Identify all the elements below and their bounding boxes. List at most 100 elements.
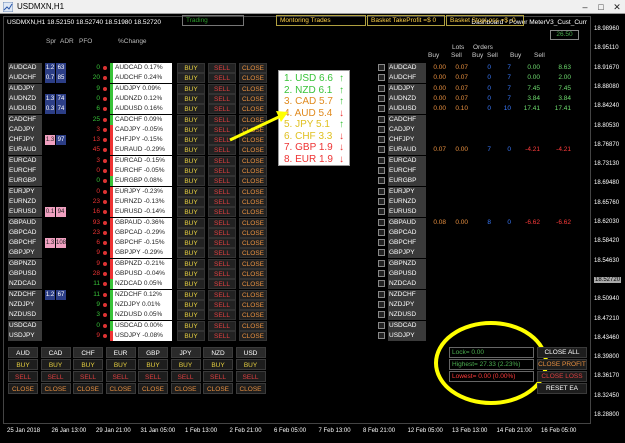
currency-sell-button[interactable]: SELL (105, 371, 136, 382)
currency-buy-button[interactable]: BUY (73, 359, 103, 370)
row-checkbox[interactable] (378, 64, 385, 71)
close-button[interactable]: CLOSE (239, 227, 267, 238)
sell-button[interactable]: SELL (208, 83, 236, 94)
row-checkbox[interactable] (378, 84, 385, 92)
row-checkbox[interactable] (378, 136, 385, 144)
row-checkbox[interactable] (378, 74, 385, 82)
row-checkbox[interactable] (378, 197, 385, 205)
buy-button[interactable]: BUY (177, 104, 205, 115)
close-button[interactable]: CLOSE (239, 166, 267, 176)
row-checkbox[interactable] (378, 156, 385, 164)
sell-button[interactable]: SELL (208, 186, 236, 197)
sell-button[interactable]: SELL (208, 289, 236, 300)
currency-sell-button[interactable]: SELL (73, 371, 103, 382)
row-checkbox[interactable] (378, 311, 385, 319)
buy-button[interactable]: BUY (177, 83, 205, 94)
minimize-icon[interactable]: – (577, 1, 593, 13)
buy-button[interactable]: BUY (177, 186, 205, 197)
row-checkbox[interactable] (378, 115, 385, 123)
sell-button[interactable]: SELL (208, 124, 236, 135)
currency-sell-button[interactable]: SELL (235, 371, 266, 382)
sell-button[interactable]: SELL (208, 248, 236, 259)
buy-button[interactable]: BUY (177, 269, 205, 279)
currency-buy-button[interactable]: BUY (8, 359, 38, 370)
row-checkbox[interactable] (378, 321, 385, 329)
sell-button[interactable]: SELL (208, 269, 236, 279)
currency-close-button[interactable]: CLOSE (73, 383, 103, 394)
sell-button[interactable]: SELL (208, 104, 236, 115)
close-button[interactable]: CLOSE (239, 124, 267, 135)
buy-button[interactable]: BUY (177, 299, 205, 310)
currency-sell-button[interactable]: SELL (138, 371, 168, 382)
sell-button[interactable]: SELL (208, 310, 236, 321)
buy-button[interactable]: BUY (177, 238, 205, 249)
close-profit-button[interactable]: CLOSE PROFIT (537, 359, 587, 370)
buy-button[interactable]: BUY (177, 114, 205, 125)
row-checkbox[interactable] (378, 300, 385, 308)
sell-button[interactable]: SELL (208, 217, 236, 228)
close-button[interactable]: CLOSE (239, 104, 267, 115)
currency-buy-button[interactable]: BUY (203, 359, 233, 370)
buy-button[interactable]: BUY (177, 73, 205, 84)
row-checkbox[interactable] (378, 331, 385, 339)
close-button[interactable]: CLOSE (239, 207, 267, 218)
close-all-button[interactable]: CLOSE ALL (537, 347, 587, 358)
sell-button[interactable]: SELL (208, 207, 236, 218)
sell-button[interactable]: SELL (208, 93, 236, 104)
currency-sell-button[interactable]: SELL (40, 371, 71, 382)
buy-button[interactable]: BUY (177, 196, 205, 207)
buy-button[interactable]: BUY (177, 93, 205, 104)
currency-close-button[interactable]: CLOSE (138, 383, 168, 394)
sell-button[interactable]: SELL (208, 135, 236, 146)
currency-close-button[interactable]: CLOSE (235, 383, 266, 394)
sell-button[interactable]: SELL (208, 320, 236, 331)
close-icon[interactable]: ✕ (609, 1, 625, 13)
currency-buy-button[interactable]: BUY (170, 359, 201, 370)
buy-button[interactable]: BUY (177, 63, 205, 73)
currency-buy-button[interactable]: BUY (138, 359, 168, 370)
buy-button[interactable]: BUY (177, 145, 205, 156)
currency-button-usd[interactable]: USD (235, 347, 266, 358)
buy-button[interactable]: BUY (177, 289, 205, 300)
close-button[interactable]: CLOSE (239, 320, 267, 331)
close-button[interactable]: CLOSE (239, 217, 267, 228)
row-checkbox[interactable] (378, 228, 385, 236)
close-button[interactable]: CLOSE (239, 269, 267, 279)
currency-buy-button[interactable]: BUY (105, 359, 136, 370)
close-button[interactable]: CLOSE (239, 289, 267, 300)
sell-button[interactable]: SELL (208, 238, 236, 249)
currency-close-button[interactable]: CLOSE (170, 383, 201, 394)
currency-button-cad[interactable]: CAD (40, 347, 71, 358)
sell-button[interactable]: SELL (208, 114, 236, 125)
buy-button[interactable]: BUY (177, 135, 205, 146)
row-checkbox[interactable] (378, 187, 385, 195)
sell-button[interactable]: SELL (208, 176, 236, 187)
close-button[interactable]: CLOSE (239, 299, 267, 310)
row-checkbox[interactable] (378, 218, 385, 226)
currency-button-nzd[interactable]: NZD (203, 347, 233, 358)
close-button[interactable]: CLOSE (239, 248, 267, 259)
close-loss-button[interactable]: CLOSE LOSS (537, 371, 587, 382)
row-checkbox[interactable] (378, 290, 385, 298)
row-checkbox[interactable] (378, 249, 385, 257)
close-button[interactable]: CLOSE (239, 330, 267, 341)
currency-close-button[interactable]: CLOSE (105, 383, 136, 394)
currency-sell-button[interactable]: SELL (8, 371, 38, 382)
currency-sell-button[interactable]: SELL (203, 371, 233, 382)
buy-button[interactable]: BUY (177, 320, 205, 331)
row-checkbox[interactable] (378, 167, 385, 174)
row-checkbox[interactable] (378, 94, 385, 102)
buy-button[interactable]: BUY (177, 155, 205, 166)
currency-button-gbp[interactable]: GBP (138, 347, 168, 358)
currency-buy-button[interactable]: BUY (40, 359, 71, 370)
close-button[interactable]: CLOSE (239, 196, 267, 207)
buy-button[interactable]: BUY (177, 248, 205, 259)
close-button[interactable]: CLOSE (239, 63, 267, 73)
currency-close-button[interactable]: CLOSE (40, 383, 71, 394)
sell-button[interactable]: SELL (208, 299, 236, 310)
buy-button[interactable]: BUY (177, 279, 205, 290)
close-button[interactable]: CLOSE (239, 238, 267, 249)
buy-button[interactable]: BUY (177, 124, 205, 135)
close-button[interactable]: CLOSE (239, 114, 267, 125)
row-checkbox[interactable] (378, 239, 385, 247)
